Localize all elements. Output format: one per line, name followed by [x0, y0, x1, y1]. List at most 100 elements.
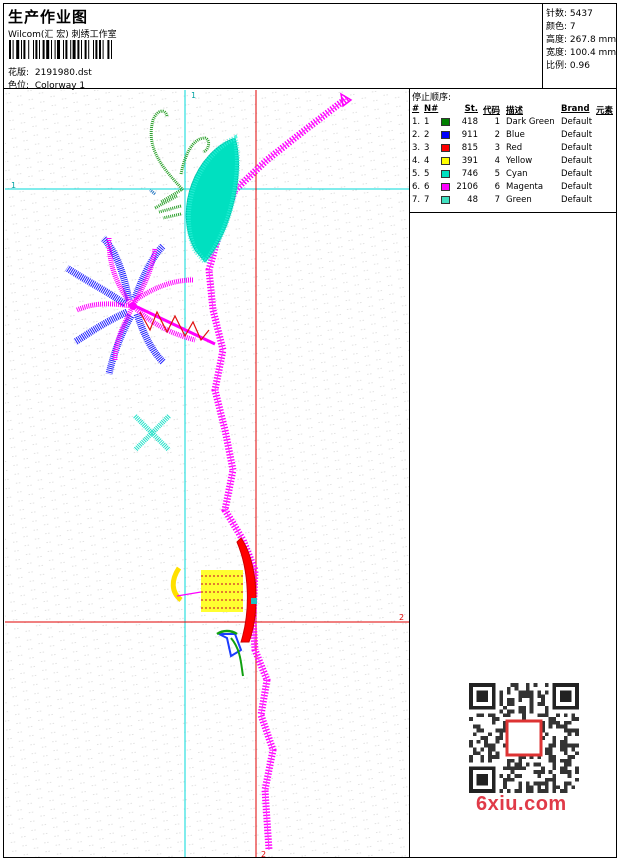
stitch-count: 针数: 5437: [546, 6, 593, 19]
qr-module: [476, 694, 481, 699]
qr-module: [560, 690, 564, 695]
qr-module: [563, 698, 568, 702]
qr-module: [480, 766, 485, 771]
color-swatch: [441, 196, 450, 204]
guide-label-cyan-h: 1: [11, 181, 16, 190]
qr-module: [469, 717, 473, 721]
qr-module: [575, 683, 579, 687]
qr-module: [472, 747, 477, 752]
qr-module: [533, 770, 538, 775]
qr-module: [469, 789, 473, 793]
qr-module: [575, 743, 579, 748]
qr-module: [518, 781, 523, 786]
studio-name: Wilcom(汇 宏) 刺绣工作室: [8, 30, 117, 40]
barcode-bar: [46, 40, 50, 59]
qr-module: [575, 732, 579, 737]
qr-module: [499, 736, 504, 740]
qr-module: [476, 698, 481, 702]
design-scale-value: 0.96: [569, 61, 590, 71]
qr-module: [476, 739, 481, 744]
qr-module: [491, 743, 496, 748]
qr-module: [484, 683, 488, 687]
qr-module: [552, 686, 557, 691]
qr-module: [476, 774, 481, 778]
qr-module: [499, 690, 504, 695]
qr-module: [544, 709, 549, 714]
guide-label-cyan-v: 1: [191, 91, 196, 100]
qr-module: [499, 698, 504, 702]
qr-module: [491, 720, 496, 725]
row-code: 5: [494, 169, 500, 179]
table-bottom-rule: [410, 212, 616, 213]
barcode-image: [9, 40, 112, 59]
qr-module: [469, 766, 473, 771]
qr-module: [480, 713, 485, 718]
row-brand: Default: [561, 130, 593, 140]
qr-module: [571, 747, 576, 752]
design-scale: 比例: 0.96: [546, 58, 590, 71]
qr-module: [575, 728, 579, 733]
qr-module: [469, 774, 473, 778]
qr-module: [571, 683, 576, 687]
qr-module: [537, 781, 542, 786]
qr-module: [552, 785, 557, 790]
qr-module: [518, 705, 523, 710]
qr-module: [552, 743, 557, 748]
qr-seal: [505, 719, 543, 757]
qr-module: [469, 705, 473, 710]
qr-module: [563, 785, 568, 790]
qr-module: [575, 686, 579, 691]
qr-module: [510, 683, 515, 687]
qr-module: [552, 781, 557, 786]
qr-module: [529, 698, 534, 702]
qr-module: [563, 758, 568, 763]
qr-module: [510, 709, 515, 714]
qr-module: [469, 781, 473, 786]
barcode-bar: [9, 40, 11, 59]
qr-module: [469, 785, 473, 790]
qr-module: [567, 732, 572, 737]
qr-module: [544, 777, 549, 782]
row-idx: 3.: [412, 143, 421, 153]
qr-module: [491, 701, 496, 706]
qr-module: [552, 736, 557, 740]
color-swatch: [441, 157, 450, 165]
qr-module: [537, 701, 542, 706]
qr-module: [560, 724, 564, 729]
qr-module: [476, 781, 481, 786]
row-n: 5: [424, 169, 430, 179]
row-n: 6: [424, 182, 430, 192]
qr-module: [518, 758, 523, 763]
qr-module: [563, 736, 568, 740]
qr-module: [541, 781, 545, 786]
row-idx: 1.: [412, 117, 421, 127]
cyan-dot: [251, 598, 257, 604]
qr-module: [537, 762, 542, 767]
qr-module: [552, 694, 557, 699]
qr-module: [522, 690, 526, 695]
qr-module: [510, 770, 515, 775]
qr-module: [560, 766, 564, 771]
qr-module: [506, 698, 511, 702]
barcode-bar: [23, 40, 26, 59]
qr-module: [556, 720, 561, 725]
qr-module: [525, 690, 530, 695]
barcode-bar: [72, 40, 76, 59]
qr-module: [487, 705, 492, 710]
table-row: 4. 4 391 4 Yellow Default: [410, 155, 616, 168]
qr-module: [499, 774, 504, 778]
qr-module: [544, 785, 549, 790]
qr-module: [491, 694, 496, 699]
qr-module: [503, 777, 507, 782]
qr-module: [575, 717, 579, 721]
qr-module: [491, 770, 496, 775]
barcode-bar: [21, 40, 22, 59]
design-height: 高度: 267.8 mm: [546, 32, 616, 45]
qr-module: [487, 751, 492, 756]
qr-module: [518, 709, 523, 714]
barcode-bar: [88, 40, 90, 59]
qr-module: [472, 724, 477, 729]
row-stitches: 48: [467, 195, 478, 205]
qr-module: [472, 766, 477, 771]
qr-module: [480, 705, 485, 710]
